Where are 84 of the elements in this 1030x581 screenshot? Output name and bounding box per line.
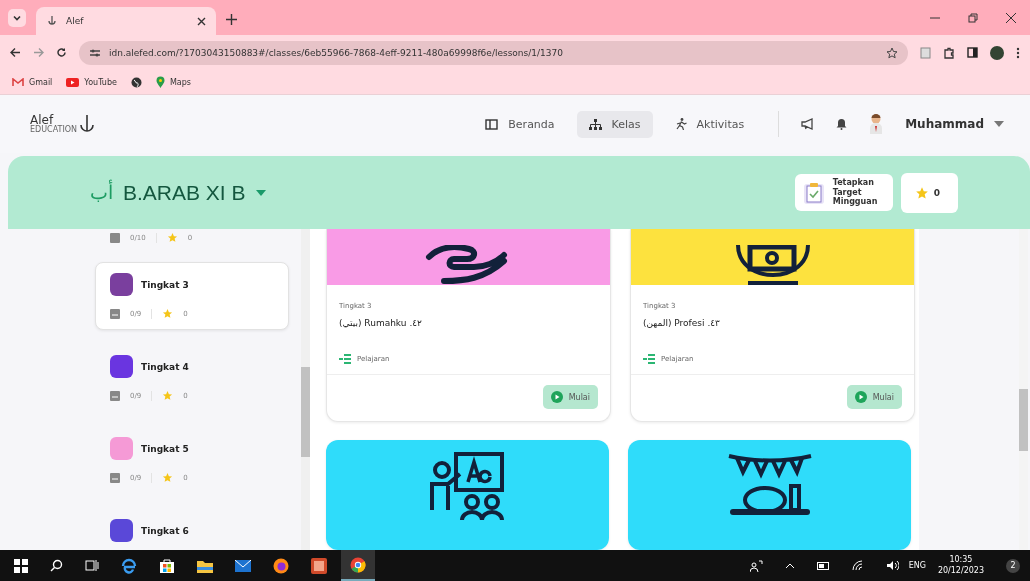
level-title: Tingkat 4 bbox=[141, 361, 189, 372]
book-icon bbox=[110, 472, 120, 483]
notification-button[interactable]: 2 bbox=[1006, 558, 1020, 573]
tab-title: Alef bbox=[66, 16, 85, 26]
search-icon[interactable] bbox=[50, 559, 63, 572]
book-icon bbox=[110, 390, 120, 401]
chevron-up-icon[interactable] bbox=[784, 562, 795, 569]
windows-start-icon[interactable] bbox=[14, 558, 28, 573]
bookmark-link[interactable]: Gmail bbox=[12, 77, 53, 87]
back-icon[interactable] bbox=[10, 47, 21, 58]
nav-tab[interactable]: Aktivitas bbox=[662, 110, 757, 138]
bookmark-link[interactable]: YouTube bbox=[66, 77, 117, 87]
book-icon bbox=[110, 308, 120, 319]
address-field[interactable]: idn.alefed.com/?1703043150883#/classes/6eb55966-7868-4eff-9211-480a69998f6e/lessons/1/1370 bbox=[79, 40, 908, 65]
folder-icon[interactable] bbox=[197, 558, 213, 573]
wifi-icon[interactable] bbox=[851, 560, 864, 571]
bell-icon[interactable] bbox=[836, 118, 848, 130]
play-icon bbox=[854, 391, 867, 403]
megaphone-icon[interactable] bbox=[801, 118, 815, 130]
new-tab-icon[interactable] bbox=[226, 14, 237, 25]
star-icon bbox=[162, 472, 174, 483]
close-icon[interactable] bbox=[197, 16, 206, 26]
clipboard-icon bbox=[802, 180, 825, 205]
star-icon bbox=[166, 232, 178, 243]
menu-icon[interactable] bbox=[1016, 46, 1020, 59]
firefox-icon[interactable] bbox=[273, 557, 289, 574]
browser-tab[interactable]: Alef bbox=[36, 7, 216, 35]
star-icon bbox=[162, 390, 174, 401]
reload-icon[interactable] bbox=[56, 47, 67, 58]
alef-logo[interactable]: Alef EDUCATION bbox=[30, 114, 96, 134]
mail-icon[interactable] bbox=[235, 559, 251, 572]
tab-search-button[interactable] bbox=[8, 9, 26, 27]
panel-icon bbox=[485, 118, 499, 130]
bookmark-link[interactable]: Maps bbox=[155, 76, 191, 88]
site-settings-icon[interactable] bbox=[89, 47, 101, 58]
weekly-target-button[interactable]: Tetapkan Target Mingguan bbox=[794, 174, 893, 211]
scrollbar[interactable] bbox=[301, 229, 310, 550]
start-button[interactable]: Mulai bbox=[846, 385, 902, 409]
level-title: Tingkat 6 bbox=[141, 525, 189, 536]
star-icon bbox=[162, 308, 174, 319]
scrollbar[interactable] bbox=[1019, 229, 1028, 550]
speaker-icon[interactable] bbox=[885, 560, 899, 571]
nav-tab[interactable]: Beranda bbox=[473, 110, 567, 138]
user-menu-button[interactable]: Muhammad bbox=[905, 117, 1004, 131]
mail-icon bbox=[12, 77, 24, 87]
book-icon bbox=[110, 232, 120, 243]
start-button[interactable]: Mulai bbox=[542, 385, 598, 409]
running-person-icon bbox=[674, 118, 687, 130]
caret-icon bbox=[255, 189, 266, 196]
chevron-down-icon bbox=[12, 13, 22, 23]
clock[interactable]: 10:35 20/12/2023 bbox=[937, 555, 984, 576]
level-title: Tingkat 5 bbox=[141, 443, 189, 454]
profile-avatar[interactable] bbox=[990, 45, 1004, 60]
people-icon[interactable] bbox=[749, 559, 763, 572]
globe-icon bbox=[130, 76, 142, 88]
chrome-taskbar-button[interactable] bbox=[341, 550, 375, 581]
play-icon bbox=[550, 391, 563, 403]
hierarchy-icon bbox=[588, 118, 602, 130]
language-indicator[interactable]: ENG bbox=[908, 561, 926, 570]
chrome-icon bbox=[350, 556, 366, 573]
store-bag-icon[interactable] bbox=[159, 557, 175, 574]
task-view-icon[interactable] bbox=[85, 559, 99, 572]
powerpoint-icon[interactable] bbox=[311, 557, 327, 574]
list-icon bbox=[643, 354, 655, 364]
battery-icon[interactable] bbox=[816, 561, 830, 570]
map-pin-icon bbox=[155, 76, 165, 88]
bookmark-link[interactable] bbox=[130, 76, 142, 88]
level-title: Tingkat 3 bbox=[141, 279, 189, 290]
bookmark-star-icon[interactable] bbox=[886, 46, 898, 59]
nav-tab[interactable]: Kelas bbox=[576, 110, 653, 138]
level-item[interactable]: Tingkat 6 bbox=[95, 508, 289, 550]
star-total: 0 bbox=[933, 187, 940, 198]
extensions-icon[interactable] bbox=[943, 46, 955, 59]
star-icon bbox=[914, 185, 929, 200]
caret-icon bbox=[994, 121, 1004, 127]
lesson-title: ٤٣. Profesi (المهن) bbox=[643, 318, 720, 328]
play-icon bbox=[66, 77, 80, 87]
lesson-title: ٤٢. Rumahku (بيتي) bbox=[339, 318, 422, 328]
edge-browser-icon[interactable] bbox=[121, 557, 137, 574]
side-panel-icon[interactable] bbox=[967, 47, 978, 58]
restore-icon[interactable] bbox=[968, 13, 978, 23]
list-icon bbox=[339, 354, 351, 364]
user-avatar-icon[interactable] bbox=[869, 113, 884, 135]
close-icon[interactable] bbox=[1006, 13, 1016, 23]
